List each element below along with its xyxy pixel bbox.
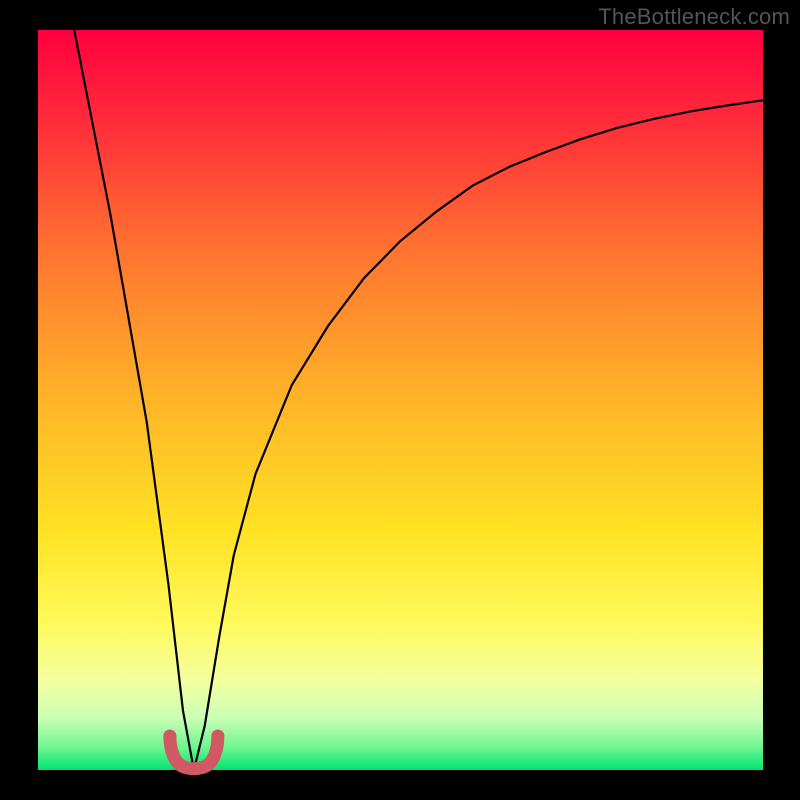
- bottleneck-chart: [0, 0, 800, 800]
- chart-frame: TheBottleneck.com: [0, 0, 800, 800]
- plot-background: [38, 30, 763, 770]
